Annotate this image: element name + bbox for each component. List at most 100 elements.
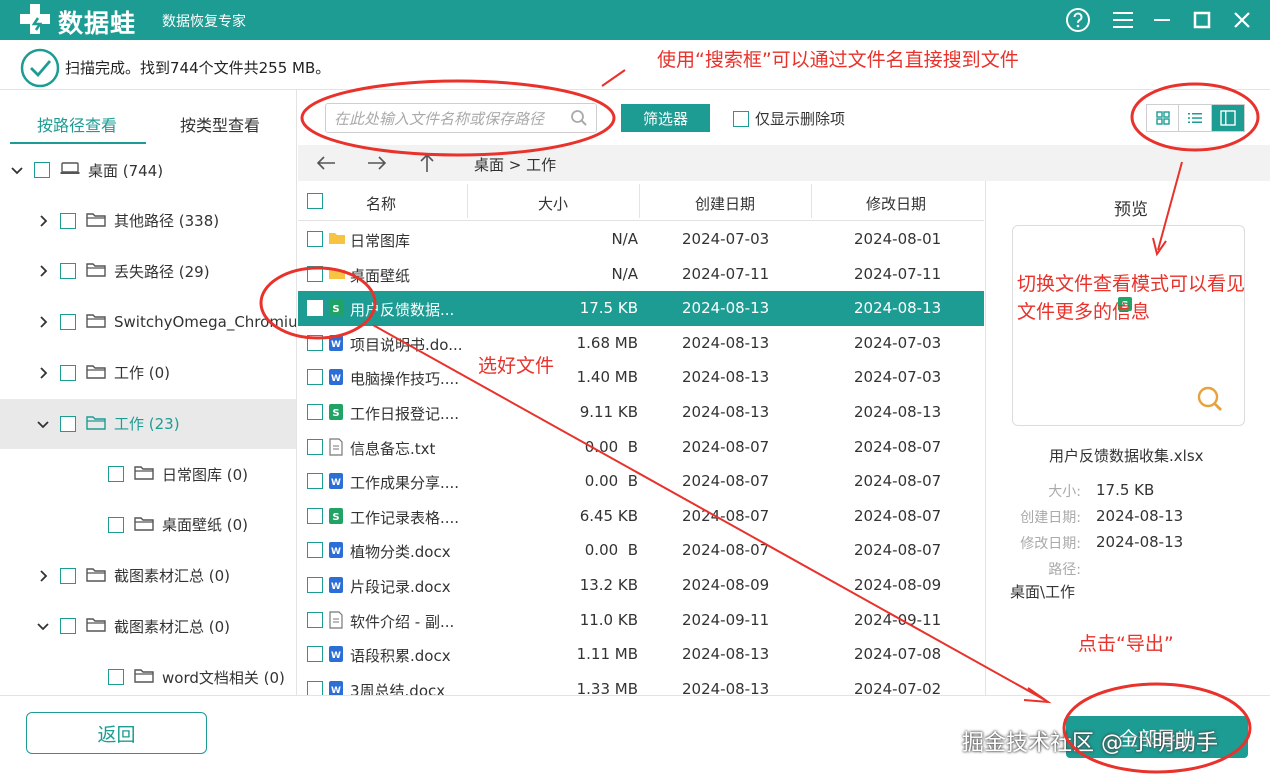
row-checkbox[interactable]: [307, 680, 323, 695]
tree-item-checkbox[interactable]: [108, 669, 124, 685]
tree-item[interactable]: 截图素材汇总 (0): [0, 601, 296, 651]
row-checkbox[interactable]: [307, 334, 323, 351]
detail-view-button[interactable]: [1211, 105, 1244, 131]
preview-title: 预览: [1114, 200, 1148, 220]
row-checkbox[interactable]: [307, 507, 323, 524]
tree-item[interactable]: SwitchyOmega_Chromium: [0, 297, 296, 347]
folder-icon: [86, 363, 106, 383]
chevron-right-icon[interactable]: [36, 569, 50, 583]
minimize-icon[interactable]: [1147, 5, 1177, 35]
file-name: 信息备忘.txt: [350, 439, 436, 458]
tree-item-checkbox[interactable]: [108, 516, 124, 533]
menu-icon[interactable]: [1108, 5, 1138, 35]
table-row[interactable]: 信息备忘.txt 0.00 B 2024-08-07 2024-08-07: [298, 430, 984, 465]
only-deleted-checkbox[interactable]: [733, 110, 749, 127]
tree-item-label: 其他路径 (338): [114, 212, 220, 231]
file-created-date: 2024-08-07: [682, 541, 770, 560]
tree-item-checkbox[interactable]: [34, 162, 50, 178]
preview-panel: 预览 S 用户反馈数据收集.xlsx 大小: 17.5 KB 创建日期: 202…: [985, 181, 1270, 695]
column-header-modified[interactable]: 修改日期: [866, 193, 926, 214]
table-row[interactable]: W 语段积累.docx 1.11 MB 2024-08-13 2024-07-08: [298, 637, 984, 672]
table-row[interactable]: 软件介绍 - 副... 11.0 KB 2024-09-11 2024-09-11: [298, 603, 984, 638]
table-row[interactable]: W 3周总结.docx 1.33 MB 2024-08-13 2024-07-02: [298, 672, 984, 695]
zoom-icon[interactable]: [1196, 385, 1224, 413]
row-checkbox[interactable]: [307, 231, 323, 247]
select-all-checkbox[interactable]: [307, 193, 323, 209]
file-modified-date: 2024-07-08: [854, 645, 942, 664]
search-input[interactable]: [334, 108, 564, 130]
row-checkbox[interactable]: [307, 473, 323, 490]
row-checkbox[interactable]: [307, 265, 323, 282]
chevron-right-icon[interactable]: [36, 214, 50, 228]
up-arrow-icon[interactable]: [415, 151, 439, 175]
row-checkbox[interactable]: [307, 369, 323, 386]
filter-button[interactable]: 筛选器: [621, 104, 710, 132]
tree-item-checkbox[interactable]: [60, 263, 76, 280]
table-row[interactable]: W 植物分类.docx 0.00 B 2024-08-07 2024-08-07: [298, 533, 984, 568]
row-checkbox[interactable]: [307, 577, 323, 593]
tree-item[interactable]: 桌面 (744): [0, 145, 296, 195]
tree-item-checkbox[interactable]: [60, 415, 76, 432]
chevron-right-icon[interactable]: [36, 264, 50, 278]
table-row[interactable]: W 项目说明书.do... 1.68 MB 2024-08-13 2024-07-03: [298, 326, 984, 361]
row-checkbox[interactable]: [307, 542, 323, 559]
folder-icon: [134, 667, 154, 687]
chevron-down-icon[interactable]: [36, 417, 50, 431]
only-deleted-toggle[interactable]: 仅显示删除项: [733, 108, 845, 129]
tree-item[interactable]: word文档相关 (0): [0, 652, 296, 695]
tree-item-checkbox[interactable]: [60, 314, 76, 331]
folder-tree-panel: 按路径查看 按类型查看 桌面 (744) 其他路径 (338) 丢失路径 (29) S…: [0, 90, 297, 695]
tree-item[interactable]: 丢失路径 (29): [0, 246, 296, 296]
column-header-created[interactable]: 创建日期: [695, 193, 755, 214]
table-row[interactable]: S 用户反馈数据... 17.5 KB 2024-08-13 2024-08-13: [298, 291, 984, 326]
table-row[interactable]: S 工作记录表格.... 6.45 KB 2024-08-07 2024-08-07: [298, 499, 984, 534]
row-checkbox[interactable]: [307, 300, 323, 317]
row-checkbox[interactable]: [307, 404, 323, 420]
table-row[interactable]: S 工作日报登记.... 9.11 KB 2024-08-13 2024-08-13: [298, 395, 984, 430]
chevron-right-icon[interactable]: [36, 315, 50, 329]
close-icon[interactable]: [1227, 5, 1257, 35]
chevron-right-icon[interactable]: [36, 366, 50, 380]
folder-icon: [86, 414, 106, 434]
table-row[interactable]: W 工作成果分享.... 0.00 B 2024-08-07 2024-08-07: [298, 464, 984, 499]
row-checkbox[interactable]: [307, 438, 323, 455]
tree-item[interactable]: 其他路径 (338): [0, 196, 296, 246]
table-row[interactable]: W 电脑操作技巧.... 1.40 MB 2024-08-13 2024-07-03: [298, 360, 984, 395]
chevron-down-icon[interactable]: [10, 163, 24, 177]
row-checkbox[interactable]: [307, 611, 323, 628]
column-header-size[interactable]: 大小: [538, 193, 568, 214]
tree-item[interactable]: 工作 (0): [0, 348, 296, 398]
chevron-down-icon[interactable]: [36, 619, 50, 633]
back-button[interactable]: 返回: [26, 712, 207, 754]
tab-by-path[interactable]: 按路径查看: [37, 112, 117, 136]
preview-path-value: 桌面\工作: [1010, 583, 1076, 601]
tree-item[interactable]: 工作 (23): [0, 398, 296, 449]
tree-item-checkbox[interactable]: [60, 364, 76, 381]
tree-item[interactable]: 桌面壁纸 (0): [0, 500, 296, 550]
search-box[interactable]: [325, 103, 597, 133]
tree-item-checkbox[interactable]: [108, 466, 124, 483]
list-view-button[interactable]: [1179, 105, 1212, 131]
word-file-icon: W: [328, 541, 344, 563]
help-icon[interactable]: [1063, 5, 1093, 35]
tree-item-checkbox[interactable]: [60, 618, 76, 635]
back-arrow-icon[interactable]: [314, 151, 338, 175]
table-row[interactable]: W 片段记录.docx 13.2 KB 2024-08-09 2024-08-09: [298, 568, 984, 603]
search-icon[interactable]: [570, 109, 588, 127]
table-row[interactable]: 桌面壁纸 N/A 2024-07-11 2024-07-11: [298, 257, 984, 292]
tree-item-checkbox[interactable]: [60, 567, 76, 584]
forward-arrow-icon[interactable]: [365, 151, 389, 175]
grid-view-button[interactable]: [1147, 105, 1180, 131]
tree-item[interactable]: 日常图库 (0): [0, 449, 296, 499]
file-modified-date: 2024-08-07: [854, 506, 942, 525]
column-header-name[interactable]: 名称: [366, 193, 396, 214]
row-checkbox[interactable]: [307, 646, 323, 663]
tree-item-label: 日常图库 (0): [162, 465, 249, 484]
svg-text:W: W: [331, 547, 341, 557]
tree-item[interactable]: 截图素材汇总 (0): [0, 551, 296, 601]
maximize-icon[interactable]: [1187, 5, 1217, 35]
tab-by-type[interactable]: 按类型查看: [180, 112, 260, 136]
table-row[interactable]: 日常图库 N/A 2024-07-03 2024-08-01: [298, 222, 984, 257]
tree-item-checkbox[interactable]: [60, 212, 76, 229]
file-size: 1.33 MB: [576, 679, 638, 695]
